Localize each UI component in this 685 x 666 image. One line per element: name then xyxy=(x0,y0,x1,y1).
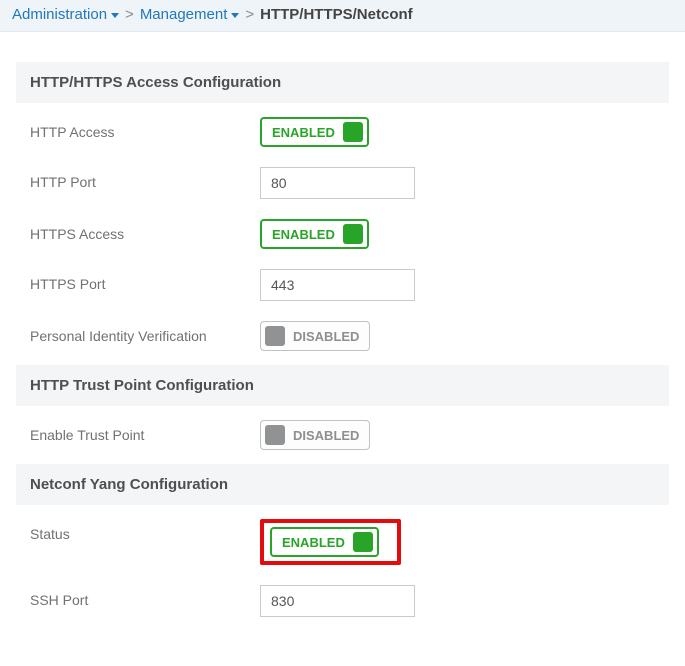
toggle-knob xyxy=(265,425,285,445)
label-http-access: HTTP Access xyxy=(30,117,260,141)
breadcrumb-separator: > xyxy=(245,6,254,23)
label-https-port: HTTPS Port xyxy=(30,269,260,293)
toggle-text: ENABLED xyxy=(272,125,335,140)
page-content: HTTP/HTTPS Access Configuration HTTP Acc… xyxy=(0,32,685,633)
breadcrumb-item-label: Administration xyxy=(12,6,107,23)
row-https-port: HTTPS Port xyxy=(16,255,669,307)
toggle-text: ENABLED xyxy=(272,227,335,242)
breadcrumb-item-label: Management xyxy=(140,6,228,23)
caret-down-icon xyxy=(231,13,239,18)
label-enable-trust-point: Enable Trust Point xyxy=(30,420,260,444)
toggle-knob xyxy=(343,224,363,244)
toggle-text: DISABLED xyxy=(293,329,359,344)
label-piv: Personal Identity Verification xyxy=(30,321,260,345)
toggle-https-access[interactable]: ENABLED xyxy=(260,219,369,249)
toggle-text: ENABLED xyxy=(282,535,345,550)
input-ssh-port[interactable] xyxy=(260,585,415,617)
input-http-port[interactable] xyxy=(260,167,415,199)
breadcrumb: Administration > Management > HTTP/HTTPS… xyxy=(0,0,685,32)
section-header-netconf: Netconf Yang Configuration xyxy=(16,464,669,505)
row-http-port: HTTP Port xyxy=(16,153,669,205)
toggle-knob xyxy=(353,532,373,552)
toggle-netconf-status[interactable]: ENABLED xyxy=(270,527,379,557)
section-header-trust-point: HTTP Trust Point Configuration xyxy=(16,365,669,406)
input-https-port[interactable] xyxy=(260,269,415,301)
row-enable-trust-point: Enable Trust Point DISABLED xyxy=(16,406,669,456)
label-http-port: HTTP Port xyxy=(30,167,260,191)
row-http-access: HTTP Access ENABLED xyxy=(16,103,669,153)
row-piv: Personal Identity Verification DISABLED xyxy=(16,307,669,357)
breadcrumb-administration[interactable]: Administration xyxy=(12,6,119,23)
toggle-enable-trust-point[interactable]: DISABLED xyxy=(260,420,370,450)
caret-down-icon xyxy=(111,13,119,18)
toggle-text: DISABLED xyxy=(293,428,359,443)
row-netconf-status: Status ENABLED xyxy=(16,505,669,571)
breadcrumb-separator: > xyxy=(125,6,134,23)
toggle-knob xyxy=(343,122,363,142)
section-header-http-access: HTTP/HTTPS Access Configuration xyxy=(16,62,669,103)
label-netconf-status: Status xyxy=(30,519,260,543)
label-ssh-port: SSH Port xyxy=(30,585,260,609)
toggle-http-access[interactable]: ENABLED xyxy=(260,117,369,147)
label-https-access: HTTPS Access xyxy=(30,219,260,243)
toggle-knob xyxy=(265,326,285,346)
highlight-box: ENABLED xyxy=(260,519,401,565)
row-https-access: HTTPS Access ENABLED xyxy=(16,205,669,255)
breadcrumb-current: HTTP/HTTPS/Netconf xyxy=(260,6,413,23)
breadcrumb-management[interactable]: Management xyxy=(140,6,240,23)
row-ssh-port: SSH Port xyxy=(16,571,669,623)
toggle-piv[interactable]: DISABLED xyxy=(260,321,370,351)
